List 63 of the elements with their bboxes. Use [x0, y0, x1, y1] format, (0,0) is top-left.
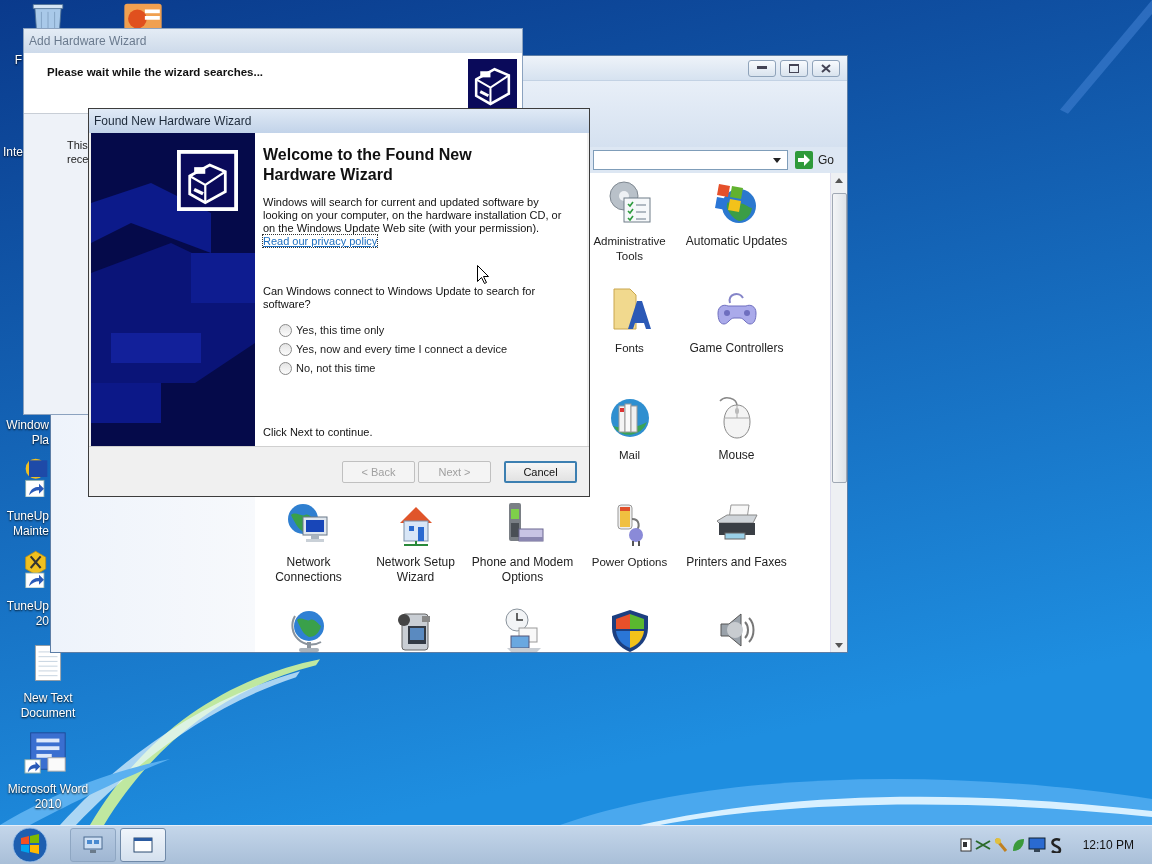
start-button[interactable]: [10, 826, 50, 864]
monitor-icon[interactable]: [1027, 837, 1046, 853]
card-icon[interactable]: [959, 838, 972, 852]
scroll-down-icon[interactable]: [835, 643, 843, 648]
control-panel-item[interactable]: Printers and Faxes: [686, 499, 787, 606]
scrollbar-thumb[interactable]: [831, 193, 847, 483]
minimize-icon: [757, 66, 767, 70]
scroll-up-icon[interactable]: [835, 178, 843, 183]
control-panel-item[interactable]: Administrative Tools: [590, 178, 669, 285]
swirl-icon[interactable]: [1048, 837, 1063, 853]
desktop-icon-label[interactable]: TuneUp 20: [0, 599, 49, 629]
control-panel-item[interactable]: Mail: [605, 392, 654, 499]
wizard-button[interactable]: Cancel: [504, 460, 577, 483]
cable-icon[interactable]: [974, 838, 991, 852]
arrow-icon: [795, 151, 813, 169]
control-panel-item[interactable]: Network Connections: [255, 499, 362, 606]
control-panel-item[interactable]: Power Options: [591, 499, 668, 606]
close-button[interactable]: [812, 59, 840, 77]
address-field[interactable]: [593, 150, 788, 170]
radio-option[interactable]: No, not this time: [279, 361, 577, 375]
desktop-icon-label[interactable]: Window Pla: [0, 418, 49, 448]
clock[interactable]: 12:10 PM: [1066, 838, 1152, 852]
hardware-icon: [468, 59, 517, 108]
windows-logo-icon: [11, 826, 49, 864]
hardware-icon: [177, 150, 238, 211]
desktop-icon-label[interactable]: New Text Document: [0, 691, 96, 721]
wrench-shortcut-icon[interactable]: [24, 548, 49, 588]
radio-button[interactable]: [279, 361, 292, 375]
window-icon: [133, 837, 153, 853]
monitor-shortcut-icon[interactable]: [24, 457, 49, 497]
wizard-heading: Please wait while the wizard searches...: [46, 65, 264, 78]
privacy-policy-link[interactable]: Read our privacy policy: [263, 235, 378, 247]
desktop-icon-label[interactable]: TuneUp Mainte: [0, 509, 49, 539]
control-panel-item[interactable]: Network Setup Wizard: [362, 499, 469, 606]
control-panel-item[interactable]: Mouse: [712, 392, 761, 499]
control-panel-item[interactable]: Phone and Modem Options: [469, 499, 576, 606]
pointer-icon: [477, 265, 489, 284]
control-panel-item[interactable]: Fonts: [605, 285, 654, 392]
maximize-button[interactable]: [780, 59, 808, 77]
radio-button[interactable]: [279, 323, 292, 337]
taskbar-button[interactable]: [120, 828, 166, 862]
desktop-icon-label[interactable]: Microsoft Word 2010: [0, 782, 96, 812]
radio-option[interactable]: Yes, now and every time I connect a device: [279, 342, 577, 356]
desktop-icon-label[interactable]: F: [0, 53, 22, 68]
control-panel-item[interactable]: Automatic Updates: [685, 178, 788, 285]
dropdown-caret-icon: [773, 157, 781, 163]
minimize-button[interactable]: [748, 59, 776, 77]
control-panel-item[interactable]: Game Controllers: [689, 285, 784, 392]
scrollbar[interactable]: [830, 173, 847, 652]
window-title: Found New Hardware Wizard: [89, 109, 589, 133]
radio-button[interactable]: [279, 342, 292, 356]
radio-option[interactable]: Yes, this time only: [279, 323, 577, 337]
close-icon: [821, 63, 831, 73]
desktop-icon-label[interactable]: Inte: [0, 145, 23, 160]
window-title: Add Hardware Wizard: [24, 29, 522, 53]
wizard-hint: Click Next to continue.: [263, 426, 374, 438]
wizard-description: Windows will search for current and updated software by looking on your computer, on the hardware installation CD, or on the Windows Update Web site (with your permission).: [263, 196, 563, 235]
wizard-heading: Welcome to the Found New Hardware Wizard: [263, 145, 473, 185]
go-button[interactable]: Go: [793, 149, 836, 171]
maximize-icon: [789, 63, 799, 73]
wizard-question: Can Windows connect to Windows Update to search for software?: [263, 285, 537, 311]
monitor-icon: [83, 836, 103, 854]
wizard-text: This rece: [67, 138, 89, 166]
